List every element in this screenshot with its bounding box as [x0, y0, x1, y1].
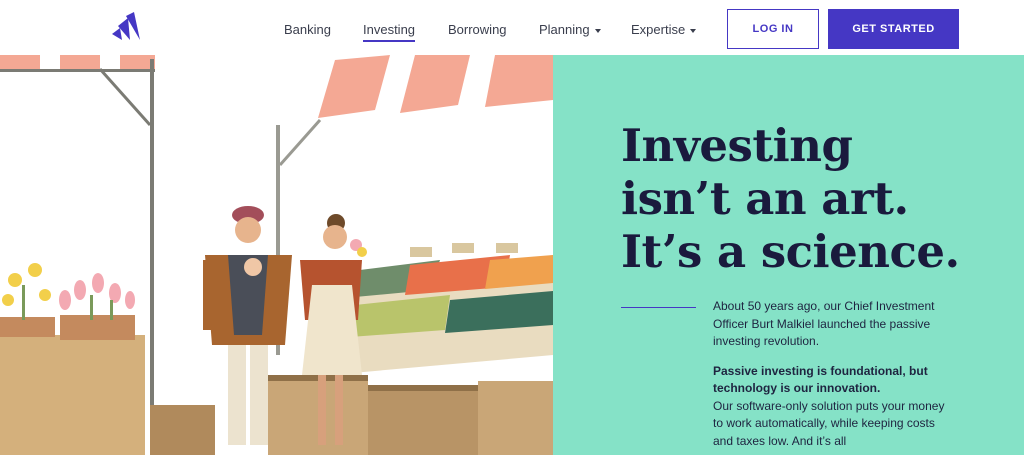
- divider-line: [621, 307, 696, 308]
- site-header: Banking Investing Borrowing Planning Exp…: [0, 0, 1024, 55]
- hero-panel: Investing isn’t an art. It’s a science. …: [553, 55, 1024, 455]
- market-illustration: [0, 55, 553, 455]
- nav-label: Investing: [363, 22, 416, 37]
- nav-expertise[interactable]: Expertise: [631, 22, 697, 37]
- chevron-down-icon: [594, 28, 601, 33]
- nav-banking[interactable]: Banking: [284, 22, 331, 37]
- nav-label: Expertise: [631, 22, 686, 37]
- headline-line: isn’t an art.: [621, 172, 909, 225]
- headline-line: Investing: [621, 119, 853, 172]
- nav-label: Planning: [539, 22, 590, 37]
- nav-label: Banking: [284, 22, 331, 37]
- headline-line: It’s a science.: [621, 225, 960, 278]
- wealthfront-logo[interactable]: [110, 12, 144, 42]
- get-started-button[interactable]: GET STARTED: [828, 9, 959, 49]
- intro-paragraph: About 50 years ago, our Chief Investment…: [713, 299, 935, 348]
- hero-headline: Investing isn’t an art. It’s a science.: [621, 119, 1021, 278]
- nav-borrowing[interactable]: Borrowing: [448, 22, 507, 37]
- hero-body: About 50 years ago, our Chief Investment…: [713, 298, 948, 455]
- emphasis-text: Passive investing is foundational, but t…: [713, 363, 928, 396]
- detail-paragraph: Our software-only solution puts your mon…: [713, 398, 945, 448]
- nav-label: Borrowing: [448, 22, 507, 37]
- nav-planning[interactable]: Planning: [539, 22, 601, 37]
- nav-investing[interactable]: Investing: [363, 22, 416, 42]
- right-awning: [318, 55, 390, 118]
- stall-pole: [150, 59, 154, 455]
- flower-crate: [0, 335, 145, 455]
- chevron-down-icon: [690, 28, 697, 33]
- market-scene-image: [0, 55, 553, 455]
- login-button[interactable]: LOG IN: [727, 9, 819, 49]
- left-awning: [0, 55, 155, 69]
